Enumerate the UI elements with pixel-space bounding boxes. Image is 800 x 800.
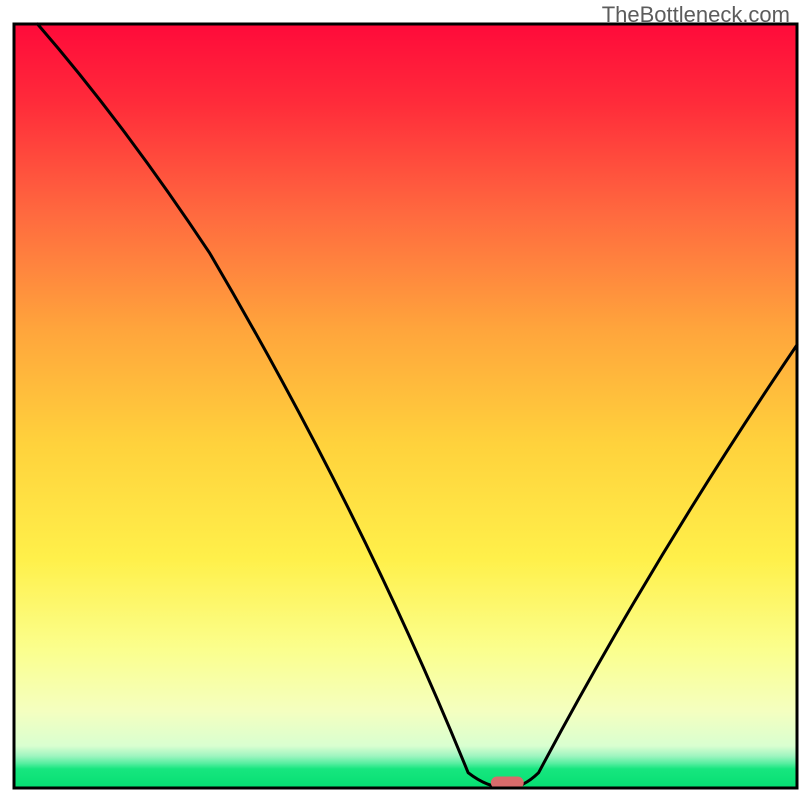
chart-background [14,24,797,788]
bottleneck-chart [0,0,800,800]
watermark-label: TheBottleneck.com [602,2,790,28]
chart-container: TheBottleneck.com [0,0,800,800]
